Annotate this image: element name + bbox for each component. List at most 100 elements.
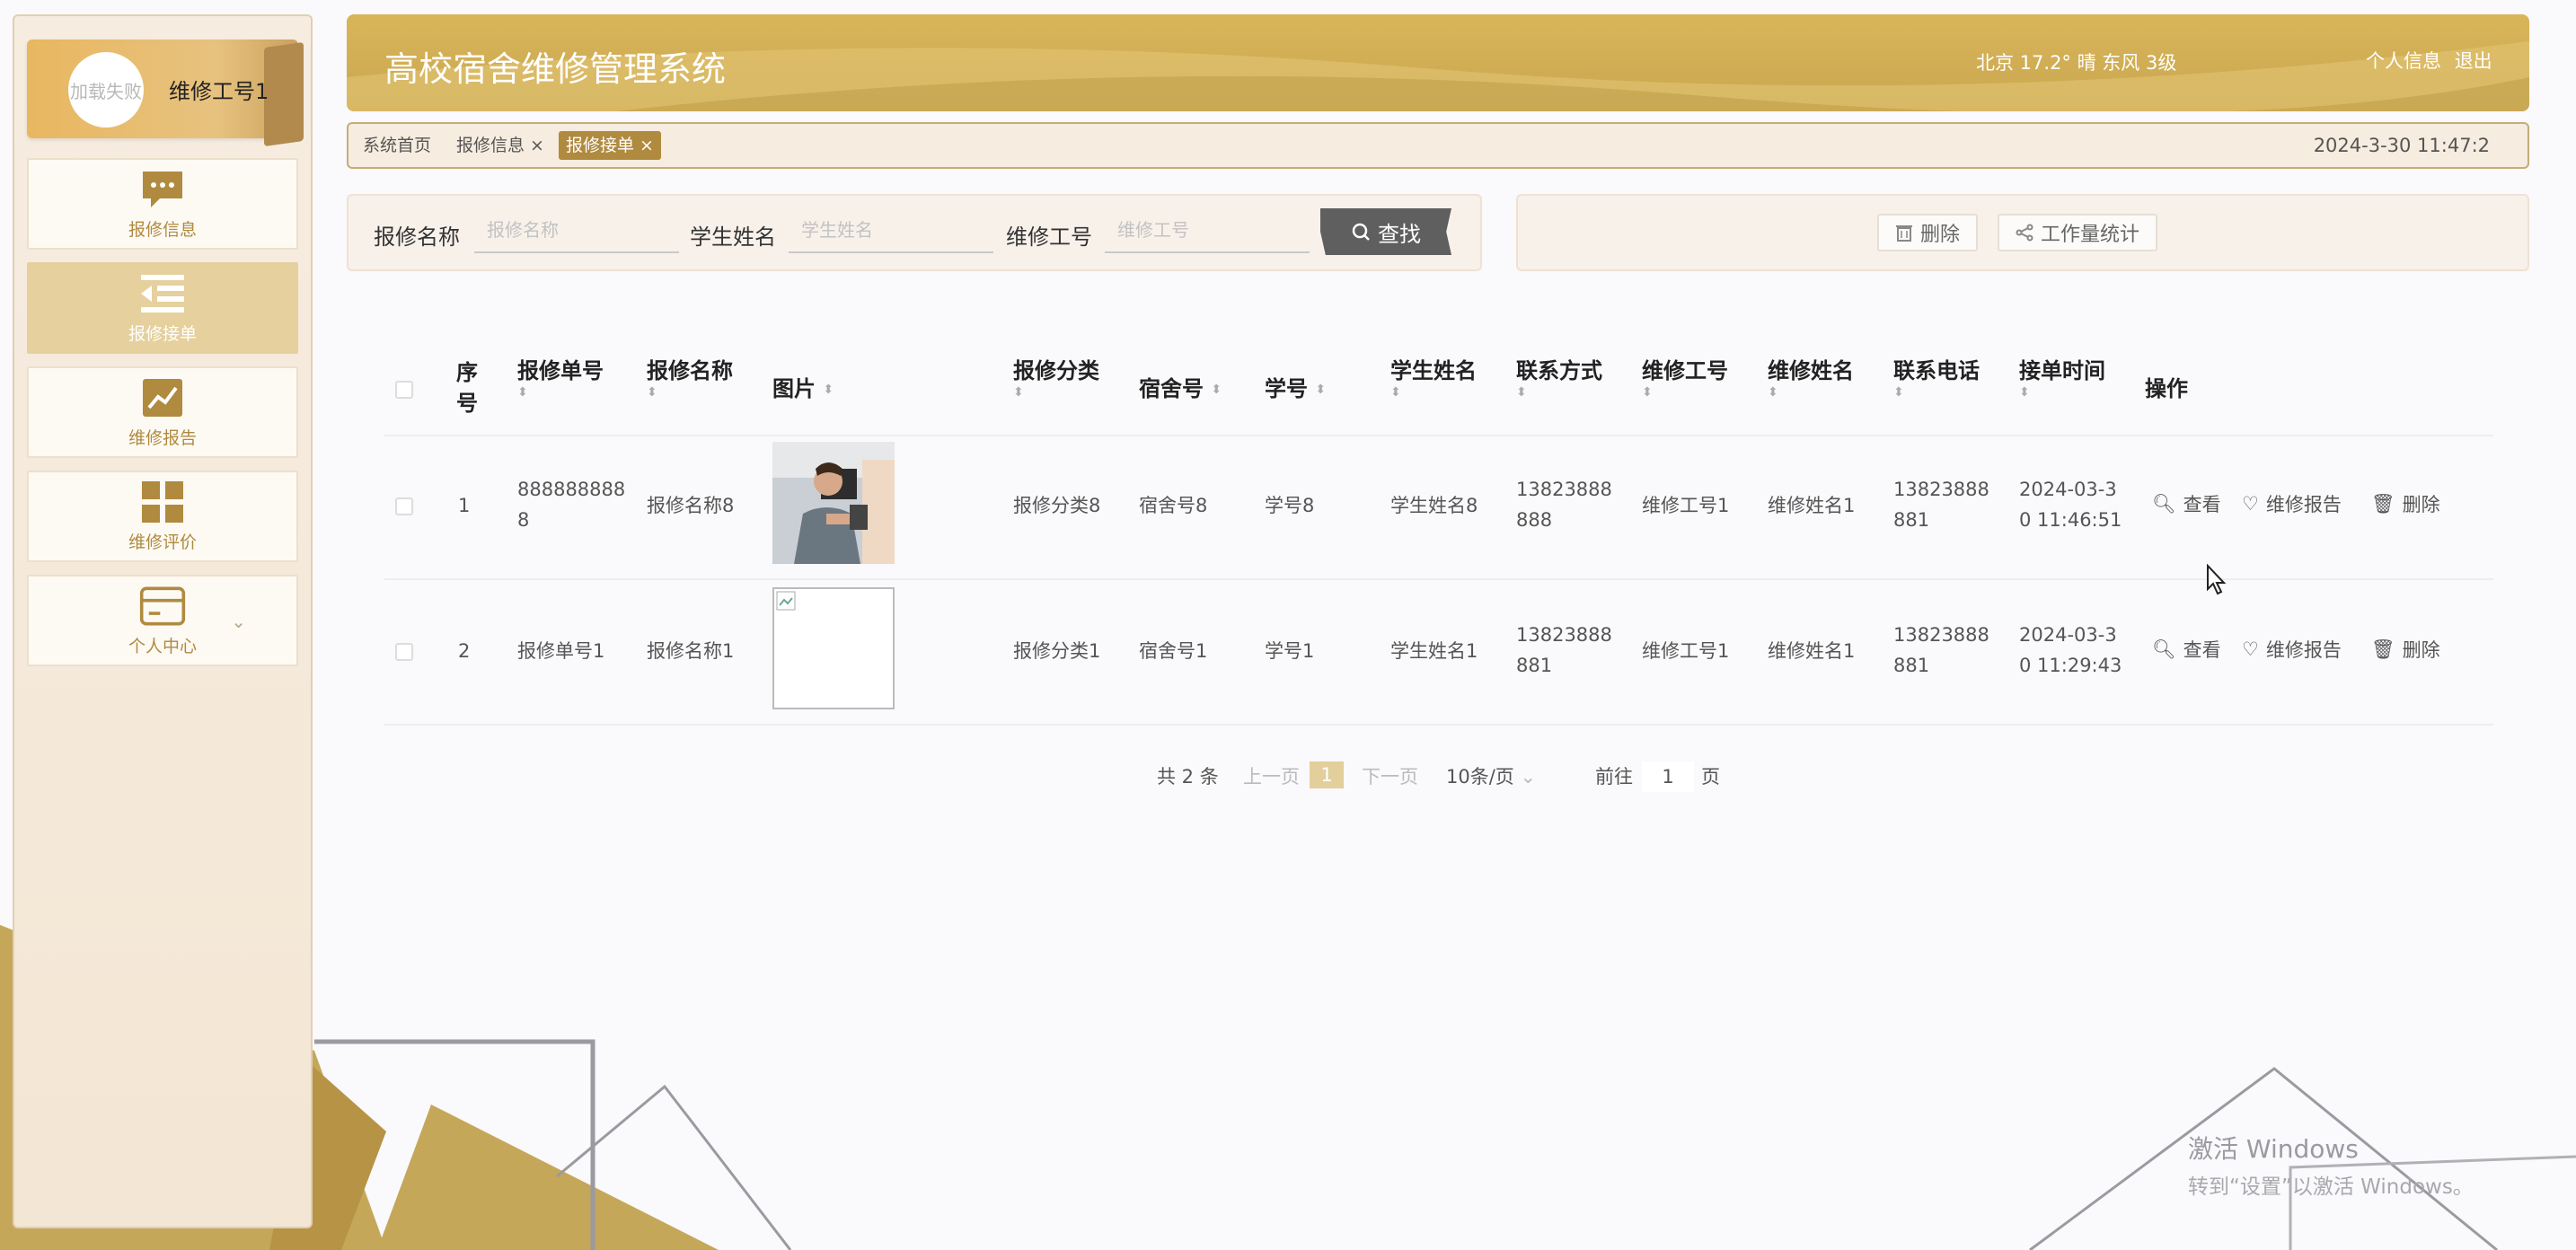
batch-delete-button[interactable]: 删除 xyxy=(1877,214,1979,251)
workload-stats-button[interactable]: 工作量统计 xyxy=(1998,214,2158,251)
sort-icon: ⬍ xyxy=(517,385,528,400)
sidebar: 加载失败 维修工号1 报修信息 报修接单 维修报告 维修评价 个人中心 ⌄ xyxy=(13,14,313,1228)
col-worker-no[interactable]: 维修工号 ⬍ xyxy=(1642,356,1728,399)
cell-contact: 13823888 888 xyxy=(1516,474,1612,535)
col-order-no[interactable]: 报修单号 ⬍ xyxy=(517,356,604,399)
page-size-select[interactable]: 10条/页 ⌄ xyxy=(1446,761,1536,792)
cell-worker-no: 维修工号1 xyxy=(1642,640,1730,662)
col-dorm[interactable]: 宿舍号 ⬍ xyxy=(1139,374,1222,405)
repair-photo-image xyxy=(772,442,895,564)
sort-icon: ⬍ xyxy=(1768,385,1778,400)
sidebar-item-label: 报修信息 xyxy=(128,219,197,240)
logout-link[interactable]: 退出 xyxy=(2455,50,2492,72)
repair-photo-broken[interactable] xyxy=(772,587,895,709)
chevron-down-icon[interactable]: ⌄ xyxy=(231,611,246,632)
search-icon: 🔍︎ xyxy=(2152,492,2176,515)
col-student-no[interactable]: 学号 ⬍ xyxy=(1265,374,1326,405)
search-button[interactable]: 查找 xyxy=(1320,208,1451,255)
cell-phone: 13823888 881 xyxy=(1893,474,1989,535)
repair-report-button[interactable]: ♡ 维修报告 xyxy=(2242,490,2342,517)
delete-row-button[interactable]: 🗑︎ 删除 xyxy=(2371,490,2440,517)
trash-icon xyxy=(1896,225,1912,242)
heart-icon: ♡ xyxy=(2242,638,2259,660)
row-checkbox[interactable] xyxy=(395,643,413,661)
sort-icon: ⬍ xyxy=(1516,385,1527,400)
tab-repair-info[interactable]: 报修信息 × xyxy=(449,131,551,160)
col-phone[interactable]: 联系电话 ⬍ xyxy=(1893,356,1980,399)
col-student-name[interactable]: 学生姓名 ⬍ xyxy=(1390,356,1477,399)
search-icon: 🔍︎ xyxy=(2152,638,2176,660)
actions-panel: 删除 工作量统计 xyxy=(1516,194,2529,271)
cell-phone-line2: 881 xyxy=(1893,655,1930,676)
current-page[interactable]: 1 xyxy=(1310,761,1344,788)
col-category-label: 报修分类 xyxy=(1013,358,1099,383)
share-icon xyxy=(2016,224,2033,242)
next-page-button[interactable]: 下一页 xyxy=(1362,761,1418,792)
cell-order-no: 888888888 8 xyxy=(517,474,625,535)
view-button[interactable]: 🔍︎ 查看 xyxy=(2152,636,2221,663)
sidebar-item-repair-review[interactable]: 维修评价 xyxy=(27,471,298,562)
personal-info-link[interactable]: 个人信息 xyxy=(2366,50,2441,72)
cell-time-line1: 2024-03-3 xyxy=(2019,624,2117,646)
repair-report-label: 维修报告 xyxy=(2265,494,2342,515)
delete-row-button[interactable]: 🗑︎ 删除 xyxy=(2371,636,2440,663)
sidebar-item-label: 维修评价 xyxy=(128,532,197,552)
tab-home[interactable]: 系统首页 xyxy=(356,131,438,160)
sidebar-item-label: 个人中心 xyxy=(128,636,197,656)
col-category[interactable]: 报修分类 ⬍ xyxy=(1013,356,1099,399)
sidebar-item-repair-report[interactable]: 维修报告 xyxy=(27,366,298,458)
cell-time: 2024-03-3 0 11:46:51 xyxy=(2019,474,2122,535)
repair-report-button[interactable]: ♡ 维修报告 xyxy=(2242,636,2342,663)
view-label: 查看 xyxy=(2183,494,2221,515)
goto-page-input[interactable] xyxy=(1642,761,1694,792)
col-image-label: 图片 xyxy=(772,376,816,401)
view-label: 查看 xyxy=(2183,639,2221,661)
sidebar-item-repair-orders[interactable]: 报修接单 xyxy=(27,262,298,354)
repair-photo[interactable] xyxy=(772,442,895,564)
cell-phone: 13823888 881 xyxy=(1893,620,1989,681)
col-time[interactable]: 接单时间 ⬍ xyxy=(2019,356,2105,399)
cell-contact: 13823888 881 xyxy=(1516,620,1612,681)
watermark-line2: 转到“设置”以激活 Windows。 xyxy=(2188,1175,2474,1199)
view-button[interactable]: 🔍︎ 查看 xyxy=(2152,490,2221,517)
cell-contact-line1: 13823888 xyxy=(1516,624,1612,646)
cell-phone-line1: 13823888 xyxy=(1893,624,1989,646)
goto-suffix: 页 xyxy=(1701,766,1720,788)
col-worker-name[interactable]: 维修姓名 ⬍ xyxy=(1768,356,1854,399)
sort-icon: ⬍ xyxy=(1390,385,1401,400)
delete-label: 删除 xyxy=(1920,224,1961,246)
col-student-name-label: 学生姓名 xyxy=(1390,358,1477,383)
sidebar-item-personal-center[interactable]: 个人中心 ⌄ xyxy=(27,575,298,666)
worker-no-input[interactable] xyxy=(1105,208,1310,253)
sort-icon: ⬍ xyxy=(2019,385,2030,400)
row-checkbox[interactable] xyxy=(395,497,413,515)
col-contact[interactable]: 联系方式 ⬍ xyxy=(1516,356,1602,399)
sidebar-item-repair-info[interactable]: 报修信息 xyxy=(27,158,298,250)
grid-icon xyxy=(139,480,186,524)
prev-page-button[interactable]: 上一页 xyxy=(1243,761,1300,792)
total-count: 共 2 条 xyxy=(1157,766,1219,788)
orders-table: 序号 报修单号 ⬍ 报修名称 ⬍ 图片 ⬍ 报修分类 ⬍ 宿舍号 ⬍ 学号 ⬍ 学生姓… xyxy=(384,341,2493,726)
trend-chart-icon xyxy=(139,376,186,419)
user-profile-card[interactable]: 加载失败 维修工号1 xyxy=(27,40,304,147)
student-name-input[interactable] xyxy=(789,208,993,253)
profile-ribbon xyxy=(264,41,304,147)
repair-report-label: 维修报告 xyxy=(2265,639,2342,661)
tab-bar: 系统首页 报修信息 × 报修接单 × 2024-3-30 11:47:2 xyxy=(347,122,2529,169)
repair-name-input[interactable] xyxy=(474,208,679,253)
page-size-label: 10条/页 xyxy=(1446,766,1514,788)
sort-icon: ⬍ xyxy=(1642,385,1653,400)
page-title: 高校宿舍维修管理系统 xyxy=(384,49,727,89)
cell-repair-name: 报修名称8 xyxy=(647,495,735,516)
tab-repair-orders[interactable]: 报修接单 × xyxy=(559,131,661,160)
cell-student-name: 学生姓名1 xyxy=(1390,640,1478,662)
col-image[interactable]: 图片 ⬍ xyxy=(772,374,834,405)
chat-bubble-icon xyxy=(139,168,186,211)
col-contact-label: 联系方式 xyxy=(1516,358,1602,383)
col-repair-name[interactable]: 报修名称 ⬍ xyxy=(647,356,733,399)
header-links: 个人信息 退出 xyxy=(2366,47,2500,74)
select-all-checkbox[interactable] xyxy=(395,381,413,399)
cell-worker-no: 维修工号1 xyxy=(1642,495,1730,516)
trash-icon: 🗑︎ xyxy=(2371,638,2395,660)
cell-dorm: 宿舍号1 xyxy=(1139,640,1208,662)
